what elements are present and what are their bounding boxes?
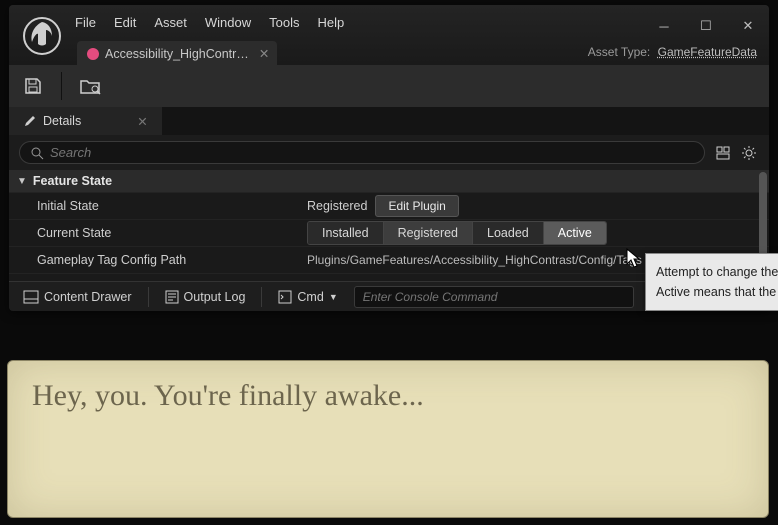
tag-path-value: Plugins/GameFeatures/Accessibility_HighC… [307, 253, 642, 267]
menu-file[interactable]: File [75, 15, 96, 30]
menu-edit[interactable]: Edit [114, 15, 136, 30]
titlebar: File Edit Asset Window Tools Help ─ ☐ ✕ … [9, 5, 769, 65]
output-log-label: Output Log [184, 290, 246, 304]
console-input[interactable] [354, 286, 634, 308]
toolbar [9, 65, 769, 107]
menu-asset[interactable]: Asset [154, 15, 187, 30]
tooltip: Attempt to change the c Active means tha… [645, 253, 778, 311]
asset-type-link[interactable]: GameFeatureData [658, 45, 757, 59]
menu-tools[interactable]: Tools [269, 15, 299, 30]
search-input[interactable] [50, 145, 694, 160]
details-tab[interactable]: Details ✕ [9, 107, 162, 135]
terminal-icon [278, 290, 292, 304]
view-options-icon[interactable] [713, 143, 733, 163]
category-header-feature-state[interactable]: ▼ Feature State [9, 170, 769, 192]
search-box[interactable] [19, 141, 705, 164]
asset-tab-dot-icon [87, 48, 99, 60]
asset-type: Asset Type: GameFeatureData [588, 45, 757, 59]
edit-plugin-button[interactable]: Edit Plugin [375, 195, 458, 217]
drawer-icon [23, 290, 39, 304]
asset-tab-row: Accessibility_HighContr… ✕ [77, 41, 277, 66]
asset-type-label: Asset Type: [588, 45, 650, 59]
details-tab-close-icon[interactable]: ✕ [137, 114, 147, 129]
search-icon [30, 146, 44, 160]
unreal-logo-icon [19, 13, 65, 59]
pencil-icon [23, 114, 37, 128]
state-option-active[interactable]: Active [543, 222, 606, 244]
content-drawer-button[interactable]: Content Drawer [17, 287, 138, 307]
details-tab-label: Details [43, 114, 81, 128]
game-preview: Hey, you. You're finally awake... [7, 360, 769, 518]
menu-help[interactable]: Help [317, 15, 344, 30]
minimize-button[interactable]: ─ [649, 15, 679, 37]
category-label: Feature State [33, 174, 112, 188]
maximize-button[interactable]: ☐ [691, 15, 721, 37]
state-option-loaded[interactable]: Loaded [472, 222, 543, 244]
state-option-registered[interactable]: Registered [383, 222, 472, 244]
cmd-dropdown[interactable]: Cmd ▼ [272, 287, 343, 307]
save-icon[interactable] [21, 74, 45, 98]
tag-path-label: Gameplay Tag Config Path [9, 253, 307, 267]
tooltip-line2: Active means that the p [656, 282, 778, 302]
asset-tab-label: Accessibility_HighContr… [105, 47, 249, 61]
details-tab-row: Details ✕ [9, 107, 769, 135]
settings-gear-icon[interactable] [739, 143, 759, 163]
cmd-label: Cmd [297, 290, 323, 304]
divider [261, 287, 262, 307]
window-controls: ─ ☐ ✕ [649, 15, 763, 37]
initial-state-value: Registered [307, 199, 367, 213]
output-log-button[interactable]: Output Log [159, 287, 252, 307]
search-row [9, 135, 769, 170]
state-option-installed[interactable]: Installed [308, 222, 383, 244]
log-icon [165, 290, 179, 304]
search-toolbar [713, 143, 759, 163]
current-state-label: Current State [9, 226, 307, 240]
asset-tab-close-icon[interactable]: ✕ [259, 46, 269, 61]
chevron-down-icon: ▼ [17, 176, 27, 187]
row-initial-state: Initial State Registered Edit Plugin [9, 192, 769, 219]
chevron-down-icon: ▼ [329, 292, 338, 302]
content-drawer-label: Content Drawer [44, 290, 132, 304]
divider [148, 287, 149, 307]
game-dialogue-text: Hey, you. You're finally awake... [32, 379, 744, 413]
asset-tab[interactable]: Accessibility_HighContr… ✕ [77, 41, 277, 66]
tooltip-line1: Attempt to change the c [656, 262, 778, 282]
initial-state-label: Initial State [9, 199, 307, 213]
row-current-state: Current State Installed Registered Loade… [9, 219, 769, 246]
menu-window[interactable]: Window [205, 15, 251, 30]
close-button[interactable]: ✕ [733, 15, 763, 37]
toolbar-divider [61, 72, 62, 100]
browse-icon[interactable] [78, 74, 102, 98]
current-state-segmented: Installed Registered Loaded Active [307, 221, 607, 245]
menubar: File Edit Asset Window Tools Help [75, 5, 344, 30]
